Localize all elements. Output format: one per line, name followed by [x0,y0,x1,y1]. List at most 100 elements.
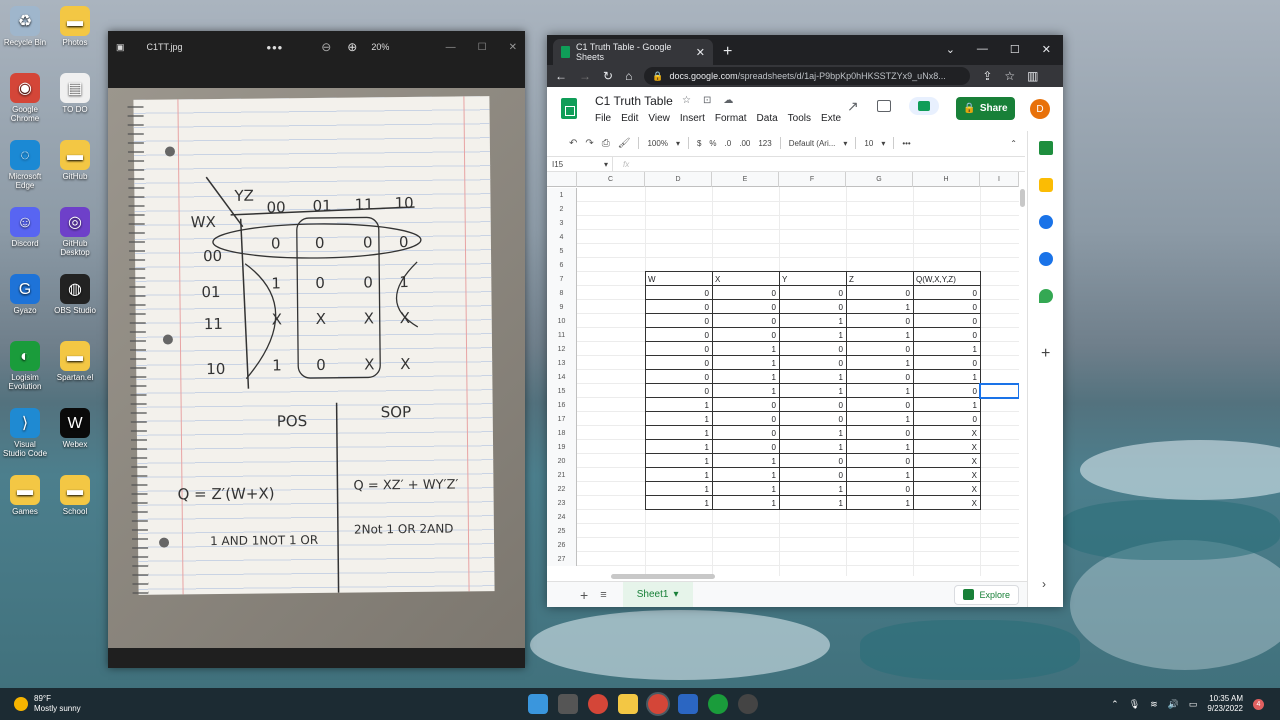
maximize-icon[interactable]: ☐ [1010,43,1020,56]
all-sheets-icon[interactable]: ≡ [600,589,606,601]
table-cell[interactable]: 0 [645,370,712,384]
desktop-icon-logisim-evolution[interactable]: ◐ Logisim Evolution [2,341,48,391]
minimize-icon[interactable]: — [977,43,988,56]
row-header-7[interactable]: 7 [547,272,577,286]
row-header-3[interactable]: 3 [547,216,577,230]
add-addon-icon[interactable]: + [1041,345,1050,363]
cloud-status-icon[interactable]: ☁ [723,95,733,106]
obs-taskbar-icon[interactable] [738,694,758,714]
maps-icon[interactable] [1039,289,1053,303]
row-header-8[interactable]: 8 [547,286,577,300]
collapse-menus-icon[interactable]: ⌃ [1010,139,1017,148]
row-header-11[interactable]: 11 [547,328,577,342]
table-cell[interactable]: 1 [645,412,712,426]
vertical-scrollbar[interactable] [1020,189,1025,207]
row-header-25[interactable]: 25 [547,524,577,538]
table-cell[interactable]: 1 [712,482,779,496]
table-cell[interactable]: 1 [779,370,846,384]
chrome-active-icon[interactable] [648,694,668,714]
row-header-19[interactable]: 19 [547,440,577,454]
table-cell[interactable]: 0 [645,342,712,356]
table-cell[interactable]: 0 [846,342,913,356]
column-header-h[interactable]: H [913,172,980,187]
explore-button[interactable]: Explore [954,584,1019,605]
table-cell[interactable]: 1 [779,426,846,440]
chrome-taskbar-icon[interactable] [588,694,608,714]
column-header-e[interactable]: E [712,172,779,187]
document-title[interactable]: C1 Truth Table [595,94,673,108]
table-cell[interactable]: 0 [913,314,980,328]
forward-icon[interactable]: → [579,69,591,83]
row-header-22[interactable]: 22 [547,482,577,496]
desktop-icon-visual-studio-code[interactable]: ⟩ Visual Studio Code [2,408,48,458]
table-cell[interactable]: 1 [846,328,913,342]
table-cell[interactable]: 1 [846,300,913,314]
table-cell[interactable]: 0 [645,286,712,300]
menu-tools[interactable]: Tools [788,113,811,124]
close-icon[interactable]: ✕ [1042,43,1051,56]
bookmark-star-icon[interactable]: ☆ [1004,69,1015,83]
table-cell[interactable]: 1 [913,398,980,412]
row-header-26[interactable]: 26 [547,538,577,552]
currency-format-button[interactable]: $ [697,139,701,148]
table-cell[interactable]: 0 [712,314,779,328]
column-header-d[interactable]: D [645,172,712,187]
table-cell[interactable]: 0 [779,412,846,426]
desktop-icon-discord[interactable]: ☺ Discord [2,207,48,248]
start-icon[interactable] [528,694,548,714]
table-cell[interactable]: 0 [779,356,846,370]
photos-taskbar-icon[interactable] [678,694,698,714]
share-button[interactable]: 🔒 Share [956,97,1015,120]
row-header-1[interactable]: 1 [547,188,577,202]
account-avatar[interactable]: D [1030,99,1050,119]
increase-decimal-button[interactable]: .00 [739,139,750,148]
table-cell[interactable]: 0 [913,356,980,370]
calendar-icon[interactable] [1039,141,1053,155]
table-cell[interactable]: 0 [779,342,846,356]
home-icon[interactable]: ⌂ [625,69,632,83]
zoom-select[interactable]: 100% [647,139,667,148]
minimize-icon[interactable]: — [446,42,456,53]
contacts-icon[interactable] [1039,252,1053,266]
table-cell[interactable]: 0 [645,328,712,342]
row-header-27[interactable]: 27 [547,552,577,566]
table-header-cell[interactable]: Z [846,272,913,286]
table-cell[interactable]: 1 [846,468,913,482]
zoom-out-icon[interactable]: ⊖ [321,40,331,54]
table-cell[interactable]: 0 [779,454,846,468]
task-view-icon[interactable] [558,694,578,714]
table-cell[interactable]: 0 [913,300,980,314]
move-folder-icon[interactable]: ⊡ [703,95,711,106]
table-cell[interactable]: 1 [712,468,779,482]
chevron-down-icon[interactable]: ▾ [604,160,608,169]
row-header-24[interactable]: 24 [547,510,577,524]
table-cell[interactable]: 0 [846,398,913,412]
chevron-down-icon[interactable]: ▾ [676,139,680,148]
row-header-6[interactable]: 6 [547,258,577,272]
chevron-down-icon[interactable]: ▾ [843,139,847,148]
table-header-cell[interactable]: W [645,272,712,286]
tasks-icon[interactable] [1039,215,1053,229]
table-cell[interactable]: 1 [712,370,779,384]
tab-search-icon[interactable]: ⌄ [946,43,955,56]
star-icon[interactable]: ☆ [682,95,691,106]
chevron-down-icon[interactable]: ▾ [673,589,678,600]
row-header-2[interactable]: 2 [547,202,577,216]
volume-icon[interactable]: 🔊 [1168,699,1179,710]
name-box[interactable]: I15 ▾ [547,157,613,171]
table-cell[interactable]: 0 [712,426,779,440]
table-cell[interactable]: 1 [779,328,846,342]
table-cell[interactable]: 0 [712,286,779,300]
activity-trend-icon[interactable]: ↗ [847,98,859,115]
menu-format[interactable]: Format [715,113,747,124]
menu-file[interactable]: File [595,113,611,124]
chrome-menu-icon[interactable]: ⋮ [1062,69,1063,83]
share-page-icon[interactable]: ⇪ [982,69,992,83]
redo-icon[interactable]: ↷ [585,138,593,149]
table-header-cell[interactable]: X [712,272,779,286]
sheet-tab-sheet1[interactable]: Sheet1 ▾ [622,581,693,607]
table-cell[interactable]: 0 [846,370,913,384]
chevron-up-icon[interactable]: ⌃ [1111,699,1119,710]
table-cell[interactable]: 1 [846,384,913,398]
menu-insert[interactable]: Insert [680,113,705,124]
